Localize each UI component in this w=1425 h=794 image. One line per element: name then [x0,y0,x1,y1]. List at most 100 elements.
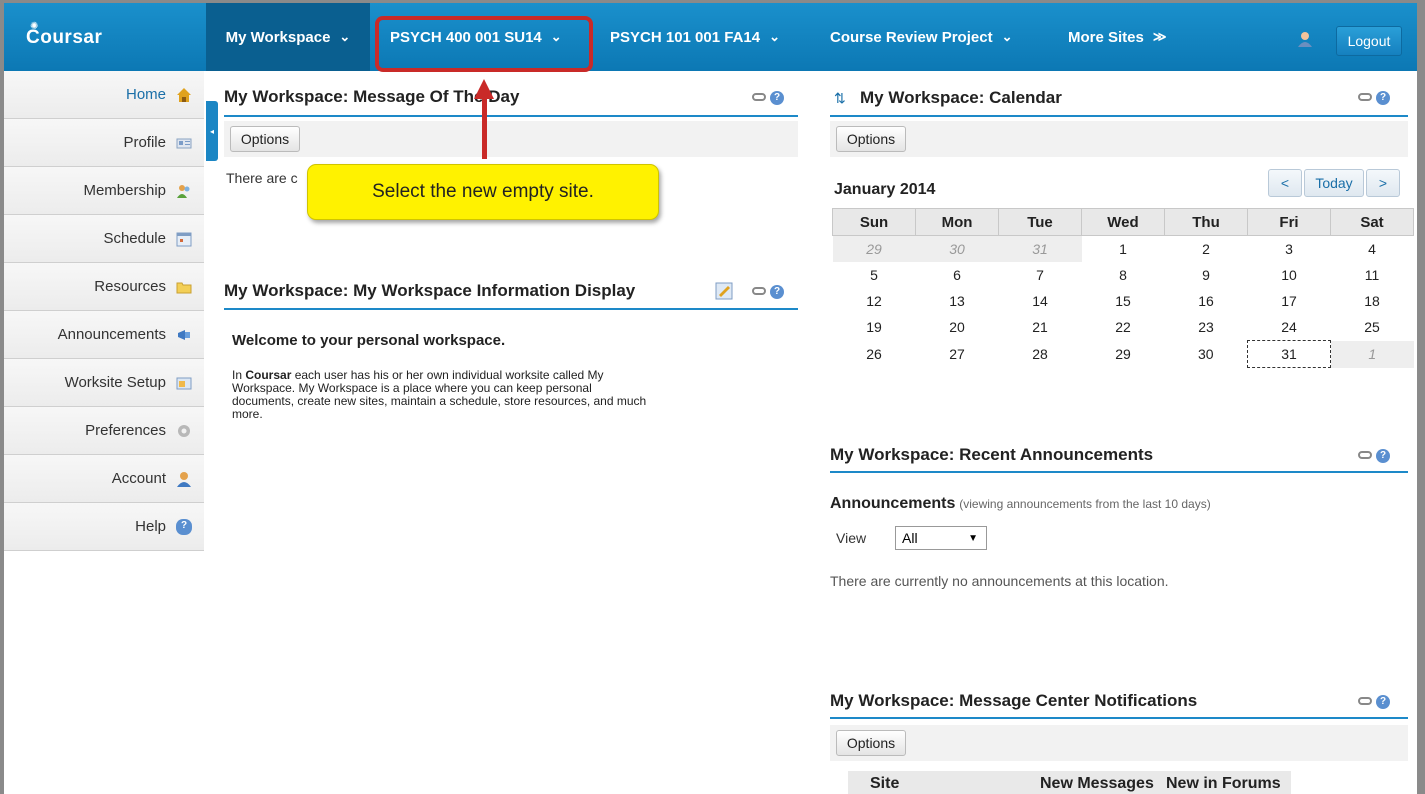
calendar-day[interactable]: 28 [999,341,1082,368]
calendar-day[interactable]: 15 [1082,288,1165,314]
calendar-day[interactable]: 10 [1248,262,1331,288]
sidebar-item-schedule[interactable]: Schedule [4,215,204,263]
sidebar-item-label: Home [125,86,166,103]
sidebar-item-label: Announcements [57,326,166,343]
help-icon[interactable]: ? [770,91,784,105]
calendar-divider [830,115,1408,117]
edit-icon[interactable] [715,282,733,300]
calendar-prev-button[interactable]: < [1268,169,1302,197]
calendar-week: 5 6 7 8 9 10 11 [833,262,1414,288]
calendar-day[interactable]: 14 [999,288,1082,314]
calendar-day[interactable]: 24 [1248,314,1331,341]
sidebar-item-announcements[interactable]: Announcements [4,311,204,359]
calendar-day[interactable]: 30 [915,235,999,262]
calendar-day[interactable]: 7 [999,262,1082,288]
collapse-sidebar-handle[interactable]: ◂ [206,101,218,161]
day-header: Sat [1330,208,1414,236]
info-body-line: more. [232,407,263,421]
column-header-new-in-forums[interactable]: New in Forums [1166,775,1281,793]
calendar-day[interactable]: 27 [916,341,999,368]
link-icon[interactable] [752,287,766,296]
tab-my-workspace[interactable]: My Workspace ⌄ [206,3,370,71]
help-icon[interactable]: ? [770,285,784,299]
sidebar-item-profile[interactable]: Profile [4,119,204,167]
column-header-site[interactable]: Site [870,775,899,793]
sidebar-item-help[interactable]: Help ? [4,503,204,551]
calendar-day[interactable]: 30 [1165,341,1248,368]
view-select[interactable]: All ▼ [895,526,987,550]
calendar-today-button[interactable]: Today [1304,169,1364,197]
megaphone-icon [178,329,190,340]
messages-options-button[interactable]: Options [836,730,906,756]
calendar-day[interactable]: 31 [998,235,1082,262]
announcements-heading: Announcements [830,495,956,512]
tab-course-review-project[interactable]: Course Review Project ⌄ [830,3,1050,71]
calendar-day[interactable]: 4 [1331,236,1414,263]
calendar-day[interactable]: 12 [833,288,916,314]
calendar-day[interactable]: 23 [1165,314,1248,341]
calendar-next-button[interactable]: > [1366,169,1400,197]
sidebar-item-account[interactable]: Account [4,455,204,503]
info-body-brand: Coursar [245,368,292,382]
sidebar-item-preferences[interactable]: Preferences [4,407,204,455]
sidebar-item-home[interactable]: Home [4,71,204,119]
calendar-day[interactable]: 3 [1248,236,1331,263]
link-icon[interactable] [1358,451,1372,460]
calendar-grid: Sun Mon Tue Wed Thu Fri Sat 29 30 31 1 2… [832,208,1414,368]
sidebar-item-membership[interactable]: Membership [4,167,204,215]
help-icon[interactable]: ? [1376,695,1390,709]
tab-more-sites[interactable]: More Sites ≫ [1068,3,1188,71]
calendar-day[interactable]: 9 [1165,262,1248,288]
column-header-new-messages[interactable]: New Messages [1040,775,1154,793]
calendar-day[interactable]: 20 [916,314,999,341]
tab-label: My Workspace [225,28,331,46]
calendar-day[interactable]: 1 [1330,340,1414,368]
calendar-day[interactable]: 13 [916,288,999,314]
link-icon[interactable] [752,93,766,102]
calendar-day[interactable]: 26 [833,341,916,368]
calendar-options-button[interactable]: Options [836,126,906,152]
calendar-day[interactable]: 6 [916,262,999,288]
chevron-down-icon: ⌄ [339,29,351,44]
motd-body: There are c [226,170,298,186]
user-icon[interactable] [1297,31,1313,47]
calendar-tools: ? [1358,91,1390,105]
sidebar-item-resources[interactable]: Resources [4,263,204,311]
sidebar-item-worksite-setup[interactable]: Worksite Setup [4,359,204,407]
help-icon[interactable]: ? [1376,91,1390,105]
calendar-day[interactable]: 25 [1331,314,1414,341]
help-icon[interactable]: ? [1376,449,1390,463]
calendar-title: My Workspace: Calendar [860,88,1062,107]
calendar-day[interactable]: 16 [1165,288,1248,314]
calendar-day[interactable]: 11 [1331,262,1414,288]
calendar-day-today[interactable]: 31 [1247,340,1331,368]
tab-psych-101[interactable]: PSYCH 101 001 FA14 ⌄ [610,3,810,71]
messages-divider [830,717,1408,719]
view-select-value: All [902,530,918,546]
link-icon[interactable] [1358,697,1372,706]
arrow-shaft [482,95,487,159]
link-icon[interactable] [1358,93,1372,102]
calendar-day[interactable]: 22 [1082,314,1165,341]
refresh-icon[interactable]: ⇅ [834,90,846,107]
calendar-options-bar [830,121,1408,157]
calendar-day[interactable]: 8 [1082,262,1165,288]
messages-tools: ? [1358,695,1390,709]
calendar-day[interactable]: 29 [1082,341,1165,368]
dropdown-arrow-icon: ▼ [968,532,978,544]
announcements-subheading: (viewing announcements from the last 10 … [959,497,1211,511]
logout-button[interactable]: Logout [1336,26,1402,56]
calendar-day[interactable]: 21 [999,314,1082,341]
site-logo[interactable]: Coursar [26,27,102,49]
calendar-day[interactable]: 5 [833,262,916,288]
calendar-day[interactable]: 1 [1082,236,1165,263]
calendar-day[interactable]: 18 [1331,288,1414,314]
motd-options-button[interactable]: Options [230,126,300,152]
info-body-post: each user has his or her own individual … [291,368,604,382]
calendar-day[interactable]: 29 [832,235,916,262]
calendar-day[interactable]: 17 [1248,288,1331,314]
calendar-day[interactable]: 2 [1165,236,1248,263]
day-header: Thu [1164,208,1248,236]
app-frame: ✺ Coursar My Workspace ⌄ PSYCH 400 001 S… [4,3,1417,794]
calendar-day[interactable]: 19 [833,314,916,341]
